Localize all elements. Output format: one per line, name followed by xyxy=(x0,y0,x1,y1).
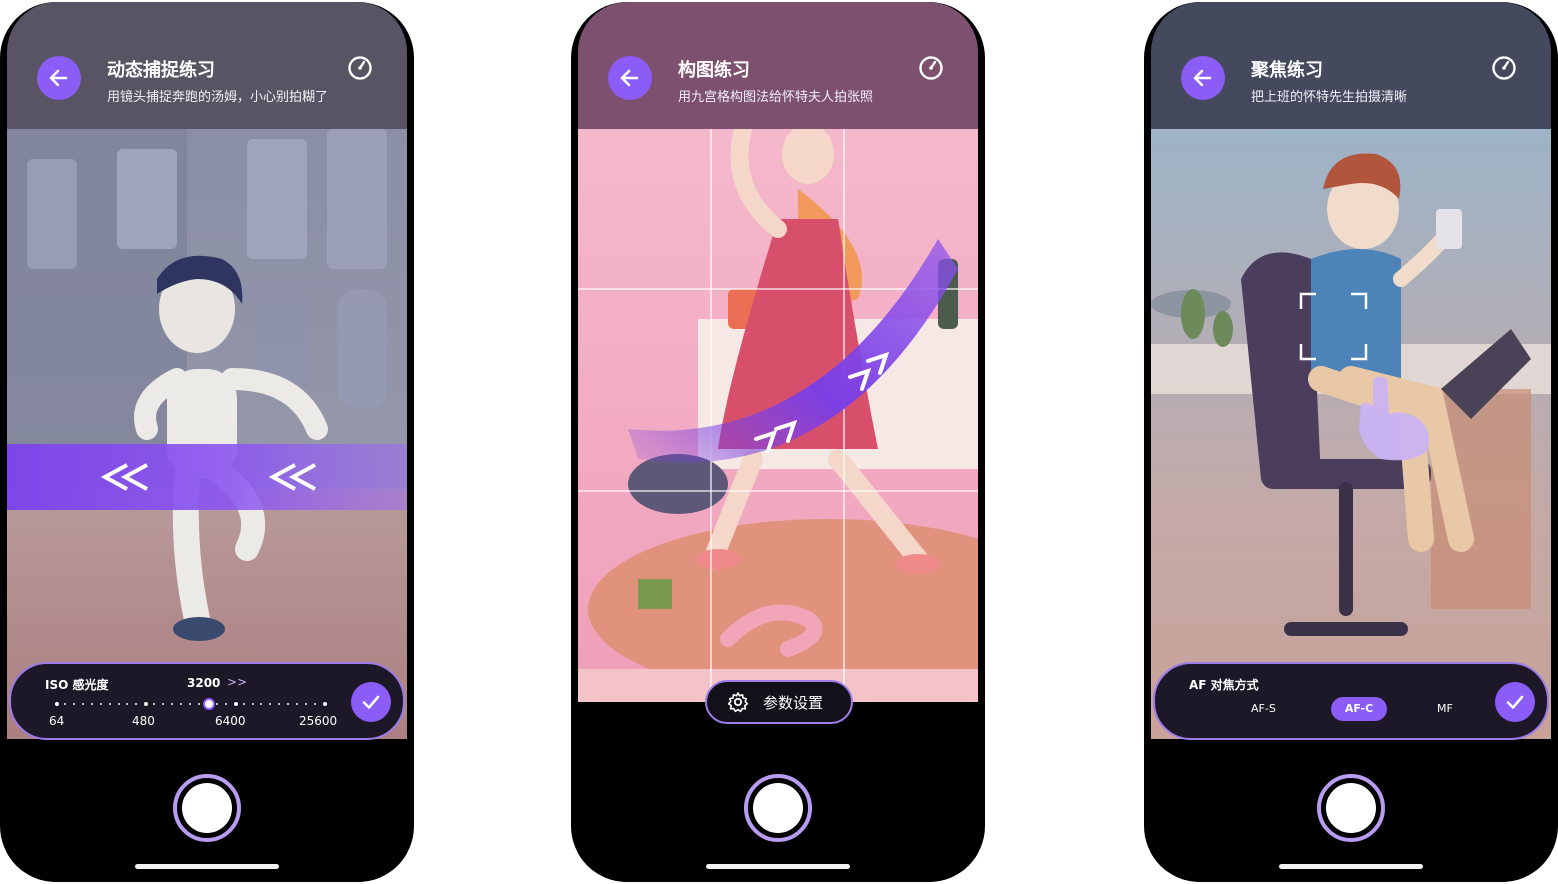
iso-slider-tick xyxy=(91,703,93,705)
page-title: 构图练习 xyxy=(678,60,750,81)
shutter-button[interactable] xyxy=(1317,774,1385,842)
iso-slider-tick xyxy=(278,703,280,705)
iso-slider-tick xyxy=(252,703,254,705)
page-subtitle: 用镜头捕捉奔跑的汤姆，小心别拍糊了 xyxy=(107,90,329,105)
iso-slider-tick xyxy=(198,703,200,705)
iso-control-panel: ISO 感光度 3200 >> 64 480 6400 25600 xyxy=(9,662,405,740)
iso-slider-tick xyxy=(243,703,245,705)
af-option-afc[interactable]: AF-C xyxy=(1331,697,1387,721)
arrow-left-icon xyxy=(1193,69,1212,87)
home-indicator xyxy=(706,864,850,869)
screen: 聚焦练习 把上班的怀特先生拍摄清晰 AF 对焦方式 AF-S AF-C MF xyxy=(1151,2,1551,882)
parameter-settings-label: 参数设置 xyxy=(763,693,824,712)
iso-slider-tick xyxy=(82,703,84,705)
iso-slider-tick xyxy=(305,703,307,705)
checkmark-icon xyxy=(1506,695,1524,709)
iso-scale-label: 480 xyxy=(132,714,155,728)
home-indicator xyxy=(135,864,279,869)
iso-slider-tick xyxy=(109,703,111,705)
af-label: AF 对焦方式 xyxy=(1189,678,1259,692)
iso-slider-tick xyxy=(135,703,137,705)
iso-scale-label: 6400 xyxy=(215,714,246,728)
checkmark-icon xyxy=(362,695,380,709)
page-header: 聚焦练习 把上班的怀特先生拍摄清晰 xyxy=(1151,2,1551,129)
back-button[interactable] xyxy=(1181,56,1225,100)
iso-slider-tick xyxy=(314,703,316,705)
arrow-left-icon xyxy=(49,69,68,87)
confirm-button[interactable] xyxy=(1495,682,1535,722)
iso-label: ISO 感光度 xyxy=(45,678,109,692)
iso-slider-tick xyxy=(153,703,155,705)
iso-slider-tick xyxy=(162,703,164,705)
showcase-stage: 动态捕捉练习 用镜头捕捉奔跑的汤姆，小心别拍糊了 ISO 感光度 3200 >>… xyxy=(0,0,1558,884)
screen: 动态捕捉练习 用镜头捕捉奔跑的汤姆，小心别拍糊了 ISO 感光度 3200 >>… xyxy=(7,2,407,882)
shutter-button[interactable] xyxy=(744,774,812,842)
timer-icon[interactable] xyxy=(1491,55,1517,81)
iso-slider-tick xyxy=(216,703,218,705)
phone-focus: 聚焦练习 把上班的怀特先生拍摄清晰 AF 对焦方式 AF-S AF-C MF xyxy=(1144,2,1558,882)
iso-current-value: 3200 xyxy=(187,676,221,690)
page-header: 动态捕捉练习 用镜头捕捉奔跑的汤姆，小心别拍糊了 xyxy=(7,2,407,129)
iso-scale-label: 64 xyxy=(49,714,65,728)
chevron-right-icon: >> xyxy=(227,675,248,689)
iso-slider-tick xyxy=(126,703,128,705)
iso-slider-thumb[interactable] xyxy=(203,698,215,710)
af-option-afs[interactable]: AF-S xyxy=(1251,702,1276,715)
iso-slider-tick xyxy=(73,703,75,705)
iso-slider[interactable] xyxy=(55,698,327,710)
iso-slider-tick xyxy=(100,703,102,705)
confirm-button[interactable] xyxy=(351,682,391,722)
iso-slider-tick xyxy=(64,703,66,705)
iso-slider-tick xyxy=(118,703,120,705)
iso-slider-tick xyxy=(296,703,298,705)
iso-slider-tick xyxy=(287,703,289,705)
parameter-settings-button[interactable]: 参数设置 xyxy=(705,680,853,724)
phone-dynamic-capture: 动态捕捉练习 用镜头捕捉奔跑的汤姆，小心别拍糊了 ISO 感光度 3200 >>… xyxy=(0,2,414,882)
iso-slider-tick xyxy=(269,703,271,705)
af-option-mf[interactable]: MF xyxy=(1437,702,1453,715)
phone-composition: 构图练习 用九宫格构图法给怀特夫人拍张照 参数设置 xyxy=(571,2,985,882)
arrow-left-icon xyxy=(620,69,639,87)
iso-slider-tick xyxy=(171,703,173,705)
page-subtitle: 把上班的怀特先生拍摄清晰 xyxy=(1251,90,1408,105)
iso-scale-label: 25600 xyxy=(299,714,338,728)
back-button[interactable] xyxy=(608,56,652,100)
screen: 构图练习 用九宫格构图法给怀特夫人拍张照 xyxy=(578,2,978,882)
page-title: 聚焦练习 xyxy=(1251,60,1323,81)
iso-slider-tick xyxy=(323,702,327,706)
scene-woman-vacuum xyxy=(578,129,978,702)
shutter-button[interactable] xyxy=(173,774,241,842)
home-indicator xyxy=(1279,864,1423,869)
timer-icon[interactable] xyxy=(918,55,944,81)
iso-slider-tick xyxy=(144,702,148,706)
page-header: 构图练习 用九宫格构图法给怀特夫人拍张照 xyxy=(578,2,978,129)
iso-slider-tick xyxy=(55,702,59,706)
iso-slider-tick xyxy=(180,703,182,705)
af-control-panel: AF 对焦方式 AF-S AF-C MF xyxy=(1153,662,1549,740)
iso-slider-tick xyxy=(189,703,191,705)
back-button[interactable] xyxy=(37,56,81,100)
iso-slider-tick xyxy=(234,702,238,706)
page-subtitle: 用九宫格构图法给怀特夫人拍张照 xyxy=(678,90,874,105)
gear-icon xyxy=(727,692,749,713)
iso-slider-tick xyxy=(225,703,227,705)
timer-icon[interactable] xyxy=(347,55,373,81)
page-title: 动态捕捉练习 xyxy=(107,60,215,81)
iso-slider-tick xyxy=(260,703,262,705)
